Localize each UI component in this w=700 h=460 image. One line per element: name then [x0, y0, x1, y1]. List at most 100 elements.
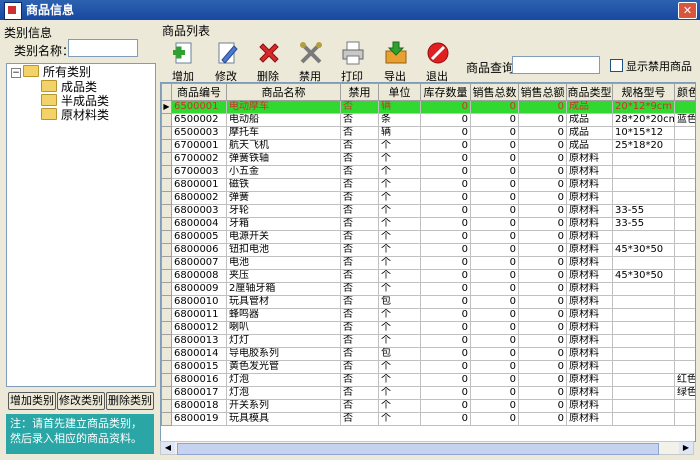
table-cell[interactable]: 0: [470, 178, 519, 192]
row-header[interactable]: [161, 282, 172, 296]
row-header[interactable]: [161, 321, 172, 335]
table-cell[interactable]: 个: [378, 386, 421, 400]
table-cell[interactable]: [674, 243, 695, 257]
table-cell[interactable]: 个: [378, 256, 421, 270]
table-cell[interactable]: 原材料: [566, 178, 613, 192]
table-cell[interactable]: [674, 126, 695, 140]
table-cell[interactable]: 个: [378, 139, 421, 153]
table-cell[interactable]: 否: [340, 230, 379, 244]
table-cell[interactable]: 小五金: [226, 165, 341, 179]
table-cell[interactable]: 辆: [378, 100, 421, 114]
exit-button[interactable]: 退出: [417, 38, 457, 84]
table-cell[interactable]: 0: [470, 308, 519, 322]
table-cell[interactable]: 个: [378, 360, 421, 374]
table-cell[interactable]: 0: [470, 256, 519, 270]
scrollbar-thumb[interactable]: [177, 443, 659, 455]
table-cell[interactable]: 0: [420, 321, 471, 335]
table-cell[interactable]: 原材料: [566, 334, 613, 348]
table-cell[interactable]: 6800010: [171, 295, 227, 309]
table-cell[interactable]: 否: [340, 204, 379, 218]
table-cell[interactable]: 0: [470, 100, 519, 114]
tree-expander-icon[interactable]: −: [11, 68, 21, 78]
table-cell[interactable]: 原材料: [566, 373, 613, 387]
row-header[interactable]: [161, 152, 172, 166]
table-cell[interactable]: 0: [518, 204, 567, 218]
table-cell[interactable]: 0: [420, 334, 471, 348]
table-cell[interactable]: 6800007: [171, 256, 227, 270]
row-header[interactable]: [161, 412, 172, 426]
table-cell[interactable]: 33-55: [612, 217, 675, 231]
column-header[interactable]: 规格型号: [612, 83, 675, 101]
table-cell[interactable]: 0: [420, 282, 471, 296]
table-cell[interactable]: 否: [340, 295, 379, 309]
table-cell[interactable]: 个: [378, 165, 421, 179]
search-input[interactable]: [512, 56, 600, 74]
table-cell[interactable]: 否: [340, 243, 379, 257]
table-cell[interactable]: 28*20*20cm: [612, 113, 675, 127]
table-row[interactable]: 6800009 2厘轴牙箱否个 0 0 0 原材料: [161, 282, 695, 296]
table-cell[interactable]: 0: [518, 360, 567, 374]
table-cell[interactable]: [612, 282, 675, 296]
table-cell[interactable]: 10*15*12: [612, 126, 675, 140]
table-cell[interactable]: [674, 295, 695, 309]
table-cell[interactable]: 6800016: [171, 373, 227, 387]
row-header[interactable]: [161, 165, 172, 179]
table-cell[interactable]: 电动摩车: [226, 100, 341, 114]
table-cell[interactable]: 原材料: [566, 165, 613, 179]
table-cell[interactable]: 条: [378, 113, 421, 127]
table-row[interactable]: ▶ 6500001 电动摩车否辆 0 0 0 成品 20*12*9cm: [161, 100, 695, 114]
table-row[interactable]: 6800014 导电胶系列否包 0 0 0 原材料: [161, 347, 695, 361]
tree-node-all[interactable]: 所有类别: [23, 65, 91, 79]
table-cell[interactable]: 0: [470, 412, 519, 426]
table-row[interactable]: 6800001 磁铁否个 0 0 0 原材料: [161, 178, 695, 192]
table-cell[interactable]: 成品: [566, 139, 613, 153]
export-button[interactable]: 导出: [375, 38, 415, 84]
table-cell[interactable]: 摩托车: [226, 126, 341, 140]
edit-button[interactable]: 修改: [206, 38, 246, 84]
column-header[interactable]: 销售总数: [470, 83, 519, 101]
table-cell[interactable]: 否: [340, 269, 379, 283]
table-cell[interactable]: 灯灯: [226, 334, 341, 348]
table-cell[interactable]: 个: [378, 334, 421, 348]
table-cell[interactable]: 0: [470, 373, 519, 387]
table-cell[interactable]: 否: [340, 113, 379, 127]
table-cell[interactable]: 0: [518, 217, 567, 231]
table-cell[interactable]: 0: [420, 191, 471, 205]
table-cell[interactable]: 0: [470, 269, 519, 283]
table-cell[interactable]: 0: [470, 217, 519, 231]
table-cell[interactable]: 原材料: [566, 256, 613, 270]
table-cell[interactable]: 6800018: [171, 399, 227, 413]
table-cell[interactable]: 6500003: [171, 126, 227, 140]
table-cell[interactable]: 电源开关: [226, 230, 341, 244]
table-cell[interactable]: [674, 334, 695, 348]
table-cell[interactable]: 个: [378, 282, 421, 296]
table-cell[interactable]: 0: [470, 126, 519, 140]
table-cell[interactable]: 6800013: [171, 334, 227, 348]
table-cell[interactable]: 否: [340, 152, 379, 166]
table-cell[interactable]: 6700001: [171, 139, 227, 153]
table-cell[interactable]: 牙箱: [226, 217, 341, 231]
table-cell[interactable]: [674, 191, 695, 205]
table-cell[interactable]: 否: [340, 399, 379, 413]
table-cell[interactable]: 原材料: [566, 308, 613, 322]
tree-node-semi[interactable]: 半成品类: [41, 94, 109, 108]
tree-node-finished[interactable]: 成品类: [41, 80, 97, 94]
table-cell[interactable]: 0: [518, 191, 567, 205]
table-cell[interactable]: [612, 308, 675, 322]
horizontal-scrollbar[interactable]: ◀ ▶: [160, 441, 694, 455]
table-row[interactable]: 6800017 灯泡否个 0 0 0 原材料 绿色: [161, 386, 695, 400]
table-cell[interactable]: 灯泡: [226, 386, 341, 400]
table-cell[interactable]: 个: [378, 373, 421, 387]
table-cell[interactable]: [612, 178, 675, 192]
table-cell[interactable]: [674, 178, 695, 192]
table-cell[interactable]: 否: [340, 386, 379, 400]
table-row[interactable]: 6700003 小五金否个 0 0 0 原材料: [161, 165, 695, 179]
table-cell[interactable]: 磁铁: [226, 178, 341, 192]
table-cell[interactable]: 0: [518, 178, 567, 192]
table-row[interactable]: 6800002 弹簧否个 0 0 0 原材料: [161, 191, 695, 205]
table-cell[interactable]: [674, 139, 695, 153]
table-cell[interactable]: 6800003: [171, 204, 227, 218]
table-cell[interactable]: 0: [518, 412, 567, 426]
table-cell[interactable]: [674, 321, 695, 335]
table-cell[interactable]: 0: [470, 321, 519, 335]
